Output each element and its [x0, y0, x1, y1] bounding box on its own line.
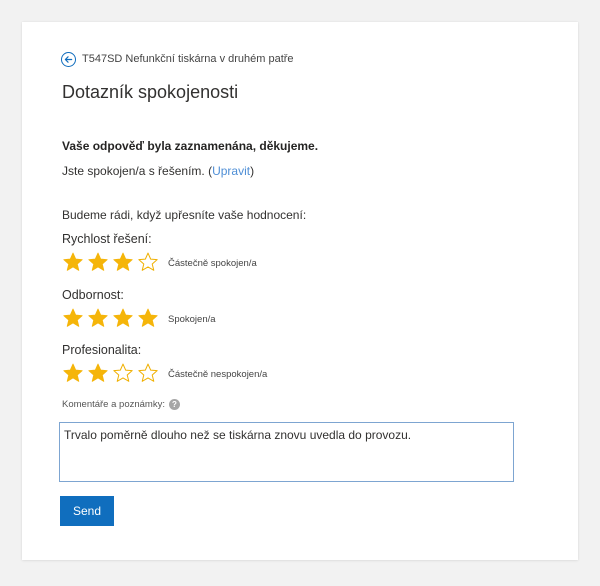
star-filled-icon[interactable]: [87, 307, 109, 328]
star-filled-icon[interactable]: [87, 251, 109, 272]
star-filled-icon[interactable]: [62, 307, 84, 328]
status-text: Jste spokojen/a s řešením. (: [62, 164, 213, 178]
page-title: Dotazník spokojenosti: [62, 82, 239, 102]
rating-text: Spokojen/a: [168, 314, 216, 325]
send-button[interactable]: Send: [60, 496, 114, 526]
rating-professionalism: Profesionalita: Částečně nespokojen/a: [62, 343, 267, 383]
back-arrow-icon[interactable]: [61, 51, 76, 67]
star-empty-icon[interactable]: [112, 362, 134, 383]
rating-label: Profesionalita:: [62, 343, 142, 357]
confirmation-message: Vaše odpověď byla zaznamenána, děkujeme.: [62, 139, 319, 153]
rating-label: Odbornost:: [62, 288, 124, 302]
star-filled-icon[interactable]: [87, 362, 109, 383]
question-mark-icon[interactable]: ?: [168, 399, 180, 410]
rating-text: Částečně nespokojen/a: [168, 369, 268, 380]
ratings-intro: Budeme rádi, když upřesníte vaše hodnoce…: [62, 208, 307, 222]
star-rating[interactable]: Částečně nespokojen/a: [62, 362, 267, 383]
star-rating[interactable]: Spokojen/a: [62, 307, 216, 328]
rating-text: Částečně spokojen/a: [168, 258, 257, 269]
satisfaction-status: Jste spokojen/a s řešením. (Upravit): [62, 164, 254, 178]
status-suffix: ): [250, 164, 255, 178]
survey-card: T547SD Nefunkční tiskárna v druhém patře…: [22, 22, 578, 560]
ticket-breadcrumb: T547SD Nefunkční tiskárna v druhém patře: [61, 51, 294, 67]
rating-speed: Rychlost řešení: Částečně spokojen/a: [62, 232, 257, 272]
star-filled-icon[interactable]: [62, 251, 84, 272]
rating-label: Rychlost řešení:: [62, 232, 152, 246]
star-filled-icon[interactable]: [137, 307, 159, 328]
star-empty-icon[interactable]: [137, 362, 159, 383]
comments-label: Komentáře a poznámky: ?: [62, 399, 180, 410]
star-filled-icon[interactable]: [112, 251, 134, 272]
edit-link[interactable]: Upravit: [212, 164, 250, 178]
rating-expertise: Odbornost: Spokojen/a: [62, 288, 216, 328]
ticket-title: T547SD Nefunkční tiskárna v druhém patře: [82, 53, 294, 65]
comments-textarea[interactable]: [59, 422, 514, 482]
star-filled-icon[interactable]: [112, 307, 134, 328]
star-filled-icon[interactable]: [62, 362, 84, 383]
star-rating[interactable]: Částečně spokojen/a: [62, 251, 257, 272]
star-empty-icon[interactable]: [137, 251, 159, 272]
comments-label-text: Komentáře a poznámky:: [62, 399, 165, 410]
